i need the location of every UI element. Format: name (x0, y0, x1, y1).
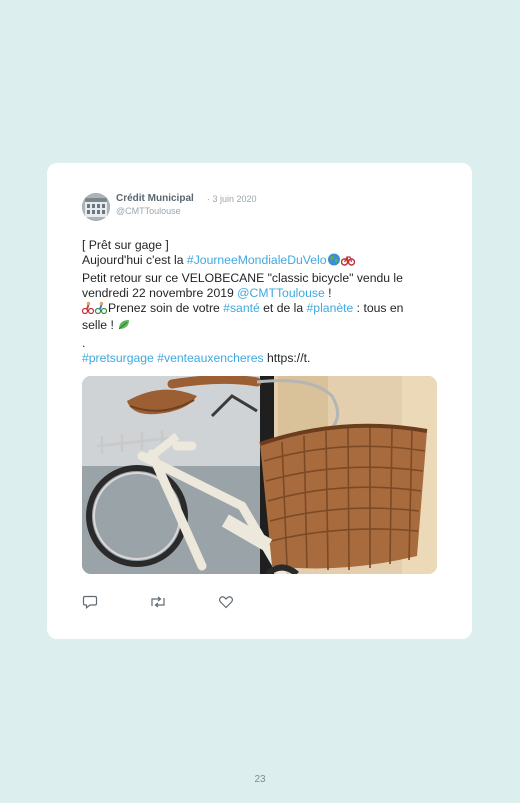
text-segment: Prenez soin de votre (108, 301, 224, 316)
cyclists-emoji-icon (81, 301, 108, 318)
leaf-emoji-icon (117, 318, 131, 335)
date-text: 3 juin 2020 (212, 194, 257, 204)
hashtag-journee-link[interactable]: #JourneeMondialeDuVelo (187, 253, 327, 267)
text-segment: ! (324, 285, 332, 300)
tweet-date[interactable]: · 3 juin 2020 (207, 194, 257, 204)
text-line-4: vendredi 22 novembre 2019 @CMTToulouse ! (82, 286, 442, 301)
author-handle[interactable]: @CMTToulouse (116, 206, 181, 216)
text-line-3: Petit retour sur ce VELOBECANE "classic … (82, 270, 403, 285)
hashtag-vente-link[interactable]: #venteauxencheres (157, 351, 263, 365)
mention-link[interactable]: @CMTToulouse (237, 286, 325, 300)
text-line-dot: . (82, 335, 86, 350)
author-name[interactable]: Crédit Municipal (116, 193, 194, 204)
retweet-icon[interactable] (149, 595, 165, 609)
page-number: 23 (254, 774, 266, 785)
text-segment: Aujourd'hui c'est la (82, 253, 187, 268)
text-line-5: Prenez soin de votre #santé et de la #pl… (81, 301, 442, 318)
hashtag-planete-link[interactable]: #planète (307, 301, 354, 315)
text-segment: selle ! (82, 318, 118, 333)
tweet-card: Crédit Municipal · 3 juin 2020 @CMTToulo… (47, 163, 472, 639)
globe-emoji-icon (327, 253, 341, 270)
bike-emoji-icon (340, 254, 355, 270)
text-line-2: Aujourd'hui c'est la #JourneeMondialeDuV… (82, 253, 442, 270)
avatar[interactable] (82, 193, 110, 221)
text-line-6: selle ! (82, 318, 442, 335)
tweet-text: [ Prêt sur gage ] Aujourd'hui c'est la #… (81, 238, 442, 366)
text-segment: : tous en (353, 301, 404, 316)
hashtag-pretsurgage-link[interactable]: #pretsurgage (82, 351, 154, 365)
text-line-7: #pretsurgage #venteauxencheres https://t… (82, 351, 442, 366)
text-segment: vendredi 22 novembre 2019 (82, 285, 238, 300)
reply-icon[interactable] (82, 595, 98, 610)
tweet-url-link[interactable]: https://t. (264, 351, 310, 365)
tweet-photo[interactable] (82, 376, 437, 574)
hashtag-sante-link[interactable]: #santé (223, 301, 260, 315)
text-segment: et de la (259, 301, 307, 316)
text-line-1: [ Prêt sur gage ] (82, 238, 169, 252)
like-icon[interactable] (218, 595, 234, 609)
